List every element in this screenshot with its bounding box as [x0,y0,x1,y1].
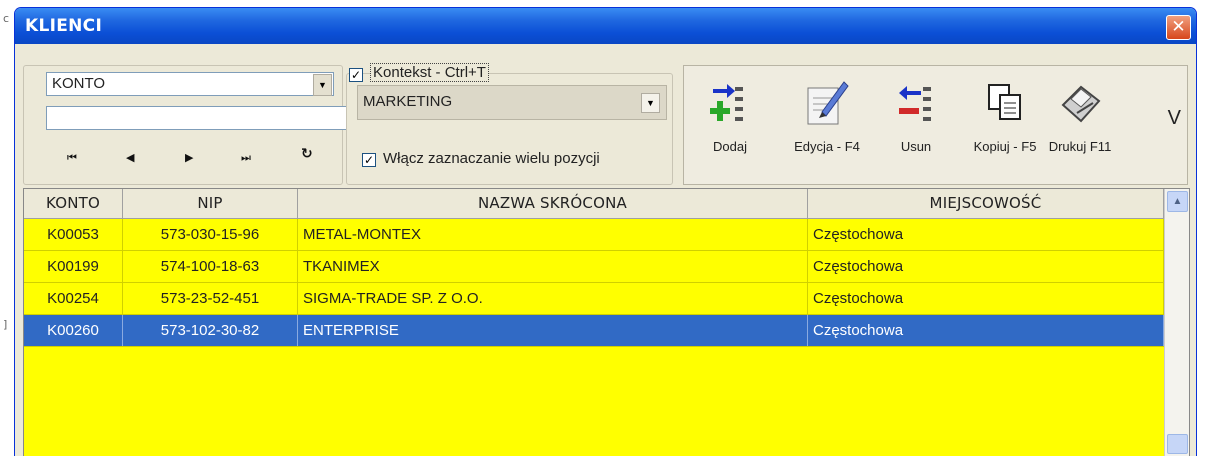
table-row-selected[interactable]: K00260 573-102-30-82 ENTERPRISE Częstoch… [24,315,1164,347]
add-label: Dodaj [713,139,747,154]
vertical-scrollbar[interactable]: ▲ [1164,189,1189,456]
column-header-nip[interactable]: NIP [123,189,298,218]
search-input[interactable] [46,106,347,130]
cell-nazwa: SIGMA-TRADE SP. Z O.O. [298,283,808,314]
delete-button[interactable]: Usun [891,72,941,154]
check-icon: ✓ [350,68,362,82]
last-record-button[interactable]: ⏭ [241,149,251,165]
cell-nazwa: ENTERPRISE [298,315,808,346]
prev-icon: ◀ [126,151,135,164]
cell-konto: K00199 [24,251,123,282]
clients-window: KLIENCI ✕ KONTO ▼ ⏮ ◀ ▶ ⏭ ↻ ✓ Kontekst -… [14,7,1197,456]
close-button[interactable]: ✕ [1166,15,1191,40]
table-row[interactable]: K00254 573-23-52-451 SIGMA-TRADE SP. Z O… [24,283,1164,315]
printer-icon [1044,72,1116,134]
cell-konto: K00260 [24,315,123,346]
cell-nip: 573-23-52-451 [123,283,298,314]
more-actions-button[interactable]: V [1168,107,1181,130]
cell-nip: 574-100-18-63 [123,251,298,282]
context-select[interactable]: MARKETING ▼ [357,85,667,120]
cell-miejscowosc: Częstochowa [808,283,1164,314]
multi-select-label: Włącz zaznaczanie wielu pozycji [383,150,600,167]
first-icon: ⏮ [67,151,77,164]
print-button[interactable]: Drukuj F11 [1044,72,1116,154]
cell-nazwa: TKANIMEX [298,251,808,282]
cell-nazwa: METAL-MONTEX [298,219,808,250]
scroll-up-button[interactable]: ▲ [1167,191,1188,212]
scroll-thumb[interactable] [1167,434,1188,454]
edge-artifact: ] [3,318,8,331]
next-record-button[interactable]: ▶ [185,149,193,165]
add-record-icon [700,72,760,134]
close-icon: ✕ [1171,17,1186,37]
multi-select-checkbox[interactable]: ✓ [362,153,376,167]
check-icon: ✓ [363,153,375,167]
action-toolbar: Dodaj Edycja - F4 Usun Kopiuj - F5 Druku… [683,65,1188,185]
prev-record-button[interactable]: ◀ [126,149,134,165]
refresh-icon: ↻ [301,146,313,162]
cell-nip: 573-030-15-96 [123,219,298,250]
edit-button[interactable]: Edycja - F4 [786,72,868,154]
cell-konto: K00053 [24,219,123,250]
title-bar[interactable]: KLIENCI ✕ [15,8,1196,44]
delete-record-icon [891,72,941,134]
chevron-up-icon: ▲ [1172,196,1183,207]
edge-artifact: c [3,12,10,25]
table-header: KONTO NIP NAZWA SKRÓCONA MIEJSCOWOŚĆ [24,189,1164,219]
column-header-konto[interactable]: KONTO [24,189,123,218]
cell-miejscowosc: Częstochowa [808,219,1164,250]
refresh-button[interactable]: ↻ [301,146,313,162]
window-title: KLIENCI [25,16,103,36]
kontekst-label: Kontekst - Ctrl+T [370,63,489,82]
table-row[interactable]: K00053 573-030-15-96 METAL-MONTEX Często… [24,219,1164,251]
copy-icon [967,72,1043,134]
print-label: Drukuj F11 [1048,139,1112,154]
clients-table: KONTO NIP NAZWA SKRÓCONA MIEJSCOWOŚĆ K00… [23,188,1190,456]
cell-nip: 573-102-30-82 [123,315,298,346]
kontekst-checkbox[interactable]: ✓ [349,68,363,82]
column-header-nazwa[interactable]: NAZWA SKRÓCONA [298,189,808,218]
edit-icon [786,72,868,134]
cell-miejscowosc: Częstochowa [808,315,1164,346]
chevron-down-icon[interactable]: ▼ [641,93,660,113]
add-button[interactable]: Dodaj [700,72,760,154]
cell-konto: K00254 [24,283,123,314]
toolbar-area: KONTO ▼ ⏮ ◀ ▶ ⏭ ↻ ✓ Kontekst - Ctrl+T MA… [15,44,1196,186]
last-icon: ⏭ [241,151,251,164]
next-icon: ▶ [185,151,194,164]
copy-button[interactable]: Kopiuj - F5 [967,72,1043,154]
cell-miejscowosc: Częstochowa [808,251,1164,282]
delete-label: Usun [900,139,932,154]
search-field-value: KONTO [52,75,106,92]
context-select-value: MARKETING [363,93,453,110]
column-header-miejscowosc[interactable]: MIEJSCOWOŚĆ [808,189,1164,218]
edit-label: Edycja - F4 [794,139,860,154]
search-field-select[interactable]: KONTO ▼ [46,72,334,96]
first-record-button[interactable]: ⏮ [67,149,77,165]
chevron-down-icon[interactable]: ▼ [313,74,332,96]
copy-label: Kopiuj - F5 [973,139,1037,154]
table-row[interactable]: K00199 574-100-18-63 TKANIMEX Częstochow… [24,251,1164,283]
